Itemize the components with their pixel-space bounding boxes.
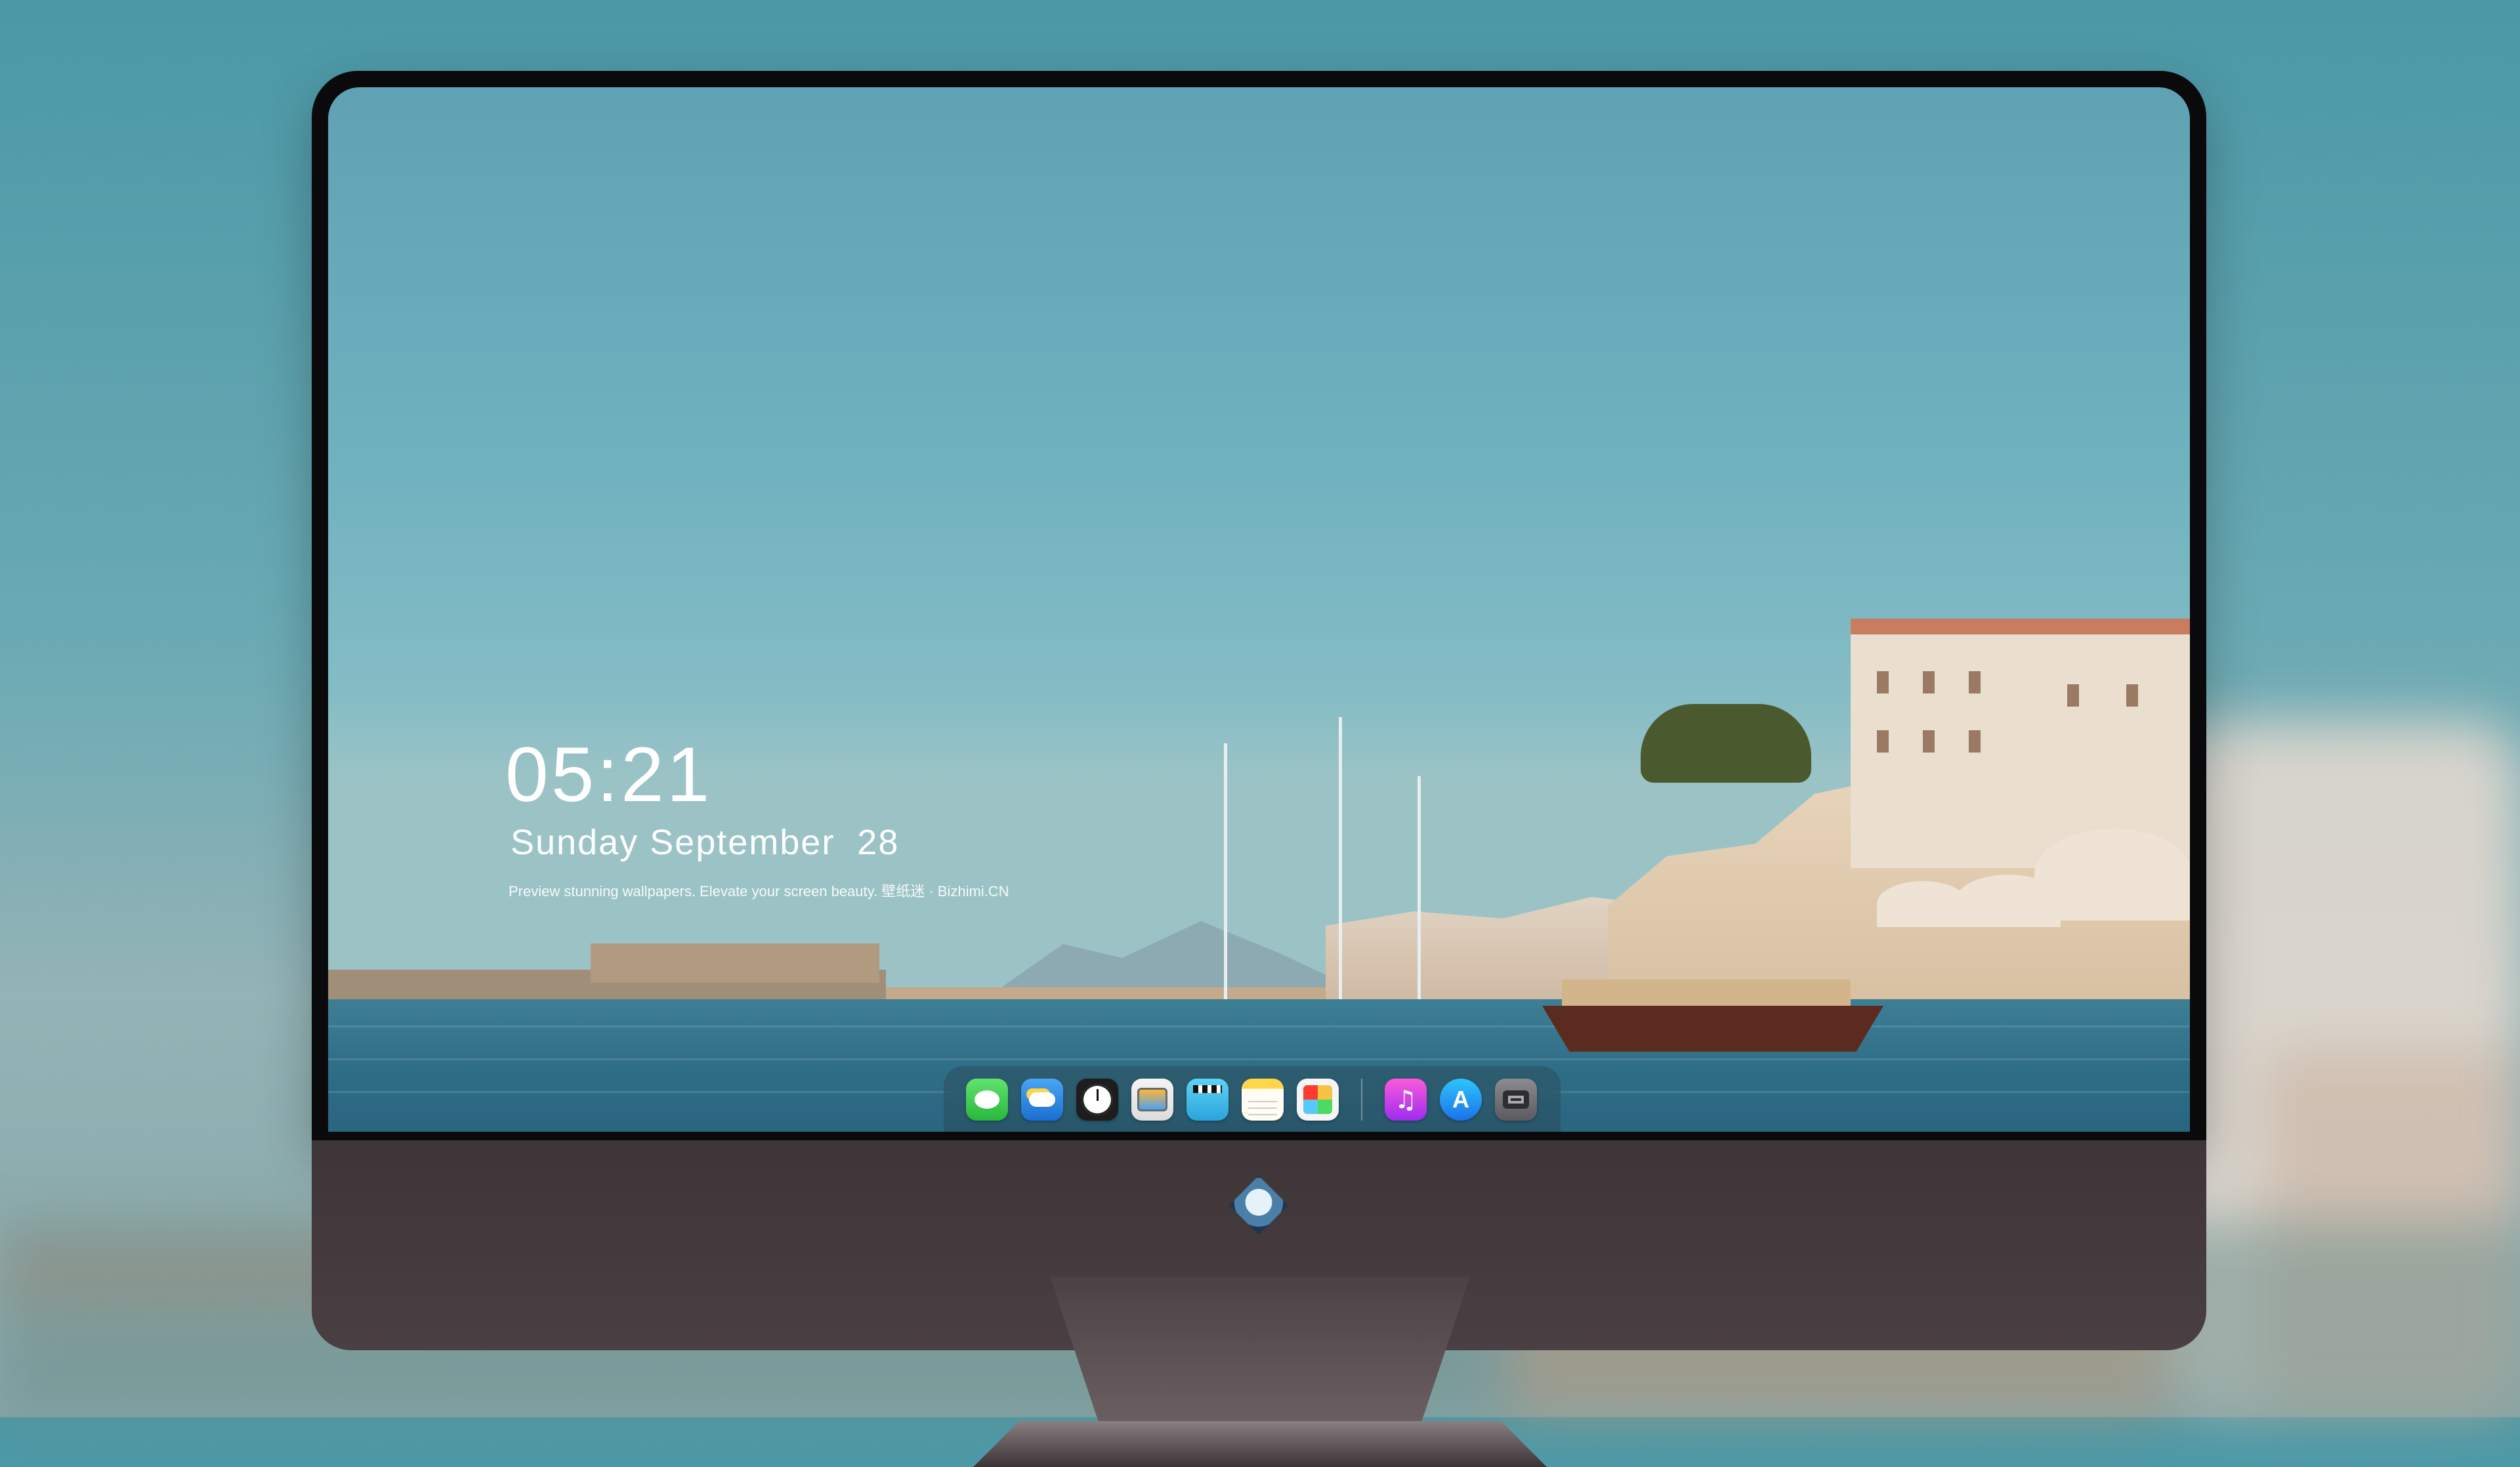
wallpaper-mountain (984, 921, 1378, 999)
monitor: 05:21 Sunday September 28 Preview stunni… (312, 71, 2206, 1467)
wallpaper-boat (1542, 1006, 1883, 1052)
notes-icon[interactable] (1242, 1079, 1284, 1121)
wallpaper-boat-cabin (1562, 980, 1851, 1008)
monitor-stand-base (973, 1421, 1547, 1467)
music-icon[interactable] (1385, 1079, 1427, 1121)
wallpaper-mast (1339, 717, 1342, 999)
camera-icon[interactable] (1495, 1079, 1537, 1121)
wallpaper-mast (1418, 776, 1421, 999)
dock-separator (1361, 1079, 1362, 1121)
monitor-stand-neck (1050, 1277, 1470, 1428)
clock-date: Sunday September 28 (511, 823, 900, 862)
messages-icon[interactable] (966, 1079, 1008, 1121)
desktop-screen: 05:21 Sunday September 28 Preview stunni… (328, 87, 2190, 1132)
app-store-icon[interactable] (1440, 1079, 1482, 1121)
weather-icon[interactable] (1021, 1079, 1063, 1121)
clock-icon[interactable] (1076, 1079, 1118, 1121)
preview-icon[interactable] (1131, 1079, 1173, 1121)
wallpaper-tagline: Preview stunning wallpapers. Elevate you… (509, 883, 1009, 899)
dock (944, 1066, 1561, 1132)
clock-time: 05:21 (505, 732, 713, 818)
wallpaper-dome (1956, 875, 2061, 927)
monitor-bezel: 05:21 Sunday September 28 Preview stunni… (312, 71, 2206, 1140)
wallpaper-mast (1224, 743, 1227, 1006)
photos-icon[interactable] (1297, 1079, 1339, 1121)
clips-icon[interactable] (1186, 1079, 1228, 1121)
wallpaper-fortress-upper (591, 943, 879, 983)
wallpaper-trees (1641, 704, 1811, 783)
wallpaper-dome (1877, 881, 1969, 927)
